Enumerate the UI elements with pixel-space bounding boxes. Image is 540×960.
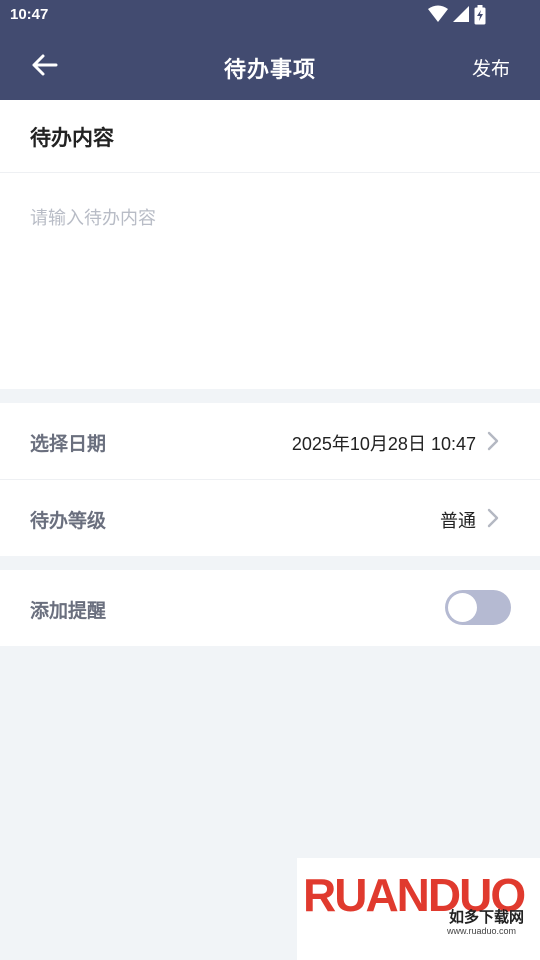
watermark-chinese-text: 如多下载网 (449, 908, 525, 926)
signal-icon (453, 6, 469, 22)
battery-icon (474, 5, 486, 25)
app-bar: 待办事项 发布 (0, 30, 540, 100)
status-time: 10:47 (10, 6, 49, 23)
reminder-card: 添加提醒 (0, 570, 540, 646)
reminder-toggle[interactable] (445, 590, 511, 625)
chevron-right-icon (487, 508, 499, 528)
divider (0, 172, 540, 173)
toggle-knob (448, 593, 477, 622)
todo-content-input[interactable] (30, 204, 510, 354)
add-reminder-label: 添加提醒 (30, 600, 107, 622)
todo-level-value: 普通 (440, 511, 476, 531)
todo-level-label: 待办等级 (30, 510, 107, 532)
content-card: 待办内容 (0, 100, 540, 389)
chevron-right-icon (487, 431, 499, 451)
publish-button[interactable]: 发布 (472, 54, 510, 81)
page-title: 待办事项 (223, 58, 316, 83)
wifi-icon (428, 5, 448, 22)
todo-level-row[interactable]: 待办等级 普通 (0, 480, 540, 556)
settings-card: 选择日期 2025年10月28日 10:47 待办等级 普通 (0, 403, 540, 556)
watermark-logo: RUANDUO 如多下载网 www.ruaduo.com (297, 858, 540, 960)
content-section-title: 待办内容 (30, 126, 114, 150)
select-date-value: 2025年10月28日 10:47 (291, 434, 476, 454)
select-date-row[interactable]: 选择日期 2025年10月28日 10:47 (0, 403, 540, 480)
select-date-label: 选择日期 (30, 433, 107, 455)
watermark-url: www.ruaduo.com (447, 926, 517, 936)
status-bar: 10:47 (0, 0, 540, 30)
